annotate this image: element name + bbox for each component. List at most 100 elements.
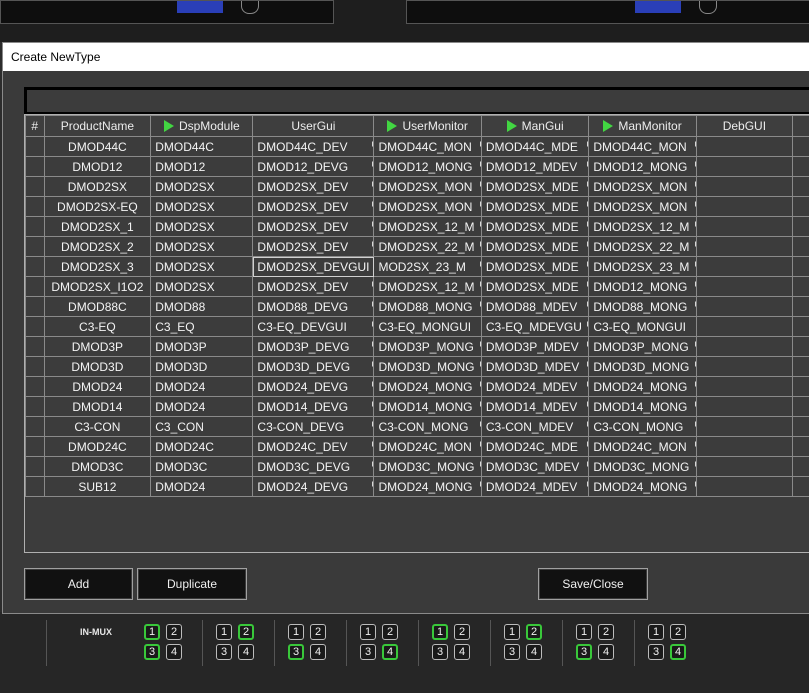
cell-dsp[interactable]: DMOD2SX bbox=[150, 256, 254, 277]
save-close-button[interactable]: Save/Close bbox=[538, 568, 648, 600]
row-number-cell[interactable] bbox=[25, 136, 45, 157]
cell-usermon[interactable]: C3-EQ_MONGUI bbox=[373, 316, 482, 337]
cell-manmon[interactable]: DMOD12_MONG bbox=[588, 276, 697, 297]
cell-dsp[interactable]: DMOD88 bbox=[150, 296, 254, 317]
mux-input-button[interactable]: 4 bbox=[598, 644, 614, 660]
cell-mangui[interactable]: DMOD2SX_MDE bbox=[480, 216, 590, 237]
cell-usermon[interactable]: DMOD2SX_MON bbox=[373, 196, 482, 217]
mux-input-button[interactable]: 2 bbox=[670, 624, 686, 640]
cell-usergui[interactable]: DMOD24C_DEV bbox=[252, 436, 375, 457]
cell-dsp[interactable]: DMOD3P bbox=[150, 336, 254, 357]
mux-input-button[interactable]: 2 bbox=[310, 624, 326, 640]
cell-product[interactable]: DMOD2SX-EQ bbox=[43, 196, 152, 217]
add-button[interactable]: Add bbox=[24, 568, 133, 600]
mux-input-button[interactable]: 1 bbox=[648, 624, 664, 640]
cell-usergui[interactable]: DMOD12_DEVG bbox=[252, 156, 375, 177]
duplicate-button[interactable]: Duplicate bbox=[137, 568, 247, 600]
cell-usermon[interactable]: DMOD2SX_12_M bbox=[373, 276, 482, 297]
cell-mangui[interactable]: DMOD2SX_MDE bbox=[480, 276, 590, 297]
cell-usergui[interactable]: DMOD14_DEVG bbox=[252, 396, 375, 417]
mux-input-button[interactable]: 3 bbox=[144, 644, 160, 660]
mux-input-button[interactable]: 2 bbox=[166, 624, 182, 640]
cell-dsp[interactable]: DMOD44C bbox=[150, 136, 254, 157]
mux-input-button[interactable]: 4 bbox=[310, 644, 326, 660]
cell-usermon[interactable]: DMOD2SX_MON bbox=[373, 176, 482, 197]
row-number-cell[interactable] bbox=[25, 376, 45, 397]
mux-input-button[interactable]: 1 bbox=[432, 624, 448, 640]
cell-usergui[interactable]: DMOD2SX_DEVGUI bbox=[252, 256, 375, 277]
cell-usermon[interactable]: DMOD14_MONG bbox=[373, 396, 482, 417]
cell-manmon[interactable]: DMOD3P_MONG bbox=[588, 336, 697, 357]
table-row[interactable]: DMOD2SX_3 DMOD2SX DMOD2SX_DEVGUI MOD2SX_23_… bbox=[25, 256, 809, 277]
cell-usergui[interactable]: DMOD44C_DEV bbox=[252, 136, 375, 157]
cell-mangui[interactable]: DMOD24_MDEV bbox=[480, 376, 590, 397]
cell-dsp[interactable]: DMOD2SX bbox=[150, 276, 254, 297]
cell-usergui[interactable]: C3-CON_DEVG bbox=[252, 416, 375, 437]
cell-manmon[interactable]: DMOD88_MONG bbox=[588, 296, 697, 317]
cell-dsp[interactable]: DMOD3D bbox=[150, 356, 254, 377]
cell-product[interactable]: DMOD2SX_1 bbox=[43, 216, 152, 237]
mux-input-button[interactable]: 2 bbox=[238, 624, 254, 640]
cell-dsp[interactable]: DMOD2SX bbox=[150, 236, 254, 257]
cell-debgui[interactable] bbox=[695, 296, 793, 317]
table-row[interactable]: DMOD3P DMOD3P DMOD3P_DEVG DMOD3P_MONG DMOD3P… bbox=[25, 336, 809, 357]
table-row[interactable]: DMOD2SX_2 DMOD2SX DMOD2SX_DEV DMOD2SX_22_M D… bbox=[25, 236, 809, 257]
cell-usergui[interactable]: DMOD2SX_DEV bbox=[252, 276, 375, 297]
mux-input-button[interactable]: 4 bbox=[166, 644, 182, 660]
table-row[interactable]: DMOD2SX_1 DMOD2SX DMOD2SX_DEV DMOD2SX_12_M D… bbox=[25, 216, 809, 237]
mux-input-button[interactable]: 1 bbox=[216, 624, 232, 640]
cell-debgui[interactable] bbox=[695, 416, 793, 437]
row-number-cell[interactable] bbox=[25, 156, 45, 177]
cell-debgui[interactable] bbox=[695, 176, 793, 197]
cell-mangui[interactable]: DMOD24_MDEV bbox=[480, 476, 590, 497]
column-header-usermon[interactable]: UserMonitor bbox=[373, 115, 482, 137]
column-header-usergui[interactable]: UserGui bbox=[252, 115, 375, 137]
cell-mangui[interactable]: C3-EQ_MDEVGU bbox=[480, 316, 590, 337]
cell-product[interactable]: C3-CON bbox=[43, 416, 152, 437]
mux-input-button[interactable]: 3 bbox=[504, 644, 520, 660]
cell-mangui[interactable]: DMOD12_MDEV bbox=[480, 156, 590, 177]
cell-product[interactable]: DMOD3D bbox=[43, 356, 152, 377]
column-header-product[interactable]: ProductName bbox=[43, 115, 152, 137]
row-number-cell[interactable] bbox=[25, 396, 45, 417]
cell-mangui[interactable]: C3-CON_MDEV bbox=[480, 416, 590, 437]
cell-debgui[interactable] bbox=[695, 256, 793, 277]
mux-input-button[interactable]: 1 bbox=[576, 624, 592, 640]
cell-product[interactable]: SUB12 bbox=[43, 476, 152, 497]
cell-debgui[interactable] bbox=[695, 356, 793, 377]
cell-dsp[interactable]: C3_CON bbox=[150, 416, 254, 437]
mux-input-button[interactable]: 3 bbox=[216, 644, 232, 660]
cell-debgui[interactable] bbox=[695, 456, 793, 477]
cell-usergui[interactable]: DMOD3C_DEVG bbox=[252, 456, 375, 477]
cell-mangui[interactable]: DMOD14_MDEV bbox=[480, 396, 590, 417]
cell-usermon[interactable]: DMOD3D_MONG bbox=[373, 356, 482, 377]
cell-debgui[interactable] bbox=[695, 156, 793, 177]
cell-dsp[interactable]: DMOD2SX bbox=[150, 196, 254, 217]
row-number-cell[interactable] bbox=[25, 276, 45, 297]
cell-product[interactable]: DMOD3P bbox=[43, 336, 152, 357]
cell-mangui[interactable]: DMOD88_MDEV bbox=[480, 296, 590, 317]
cell-dsp[interactable]: DMOD24C bbox=[150, 436, 254, 457]
cell-product[interactable]: DMOD88C bbox=[43, 296, 152, 317]
column-header-num[interactable]: # bbox=[25, 115, 45, 137]
cell-usermon[interactable]: MOD2SX_23_M bbox=[373, 256, 482, 277]
table-row[interactable]: DMOD2SX_I1O2 DMOD2SX DMOD2SX_DEV DMOD2SX_12… bbox=[25, 276, 809, 297]
cell-manmon[interactable]: DMOD24_MONG bbox=[588, 376, 697, 397]
cell-debgui[interactable] bbox=[695, 376, 793, 397]
cell-dsp[interactable]: DMOD24 bbox=[150, 396, 254, 417]
mux-input-button[interactable]: 1 bbox=[288, 624, 304, 640]
cell-debgui[interactable] bbox=[695, 436, 793, 457]
table-row[interactable]: DMOD14 DMOD24 DMOD14_DEVG DMOD14_MONG DMOD14… bbox=[25, 396, 809, 417]
cell-mangui[interactable]: DMOD3P_MDEV bbox=[480, 336, 590, 357]
mux-input-button[interactable]: 3 bbox=[432, 644, 448, 660]
cell-usergui[interactable]: DMOD2SX_DEV bbox=[252, 176, 375, 197]
mux-input-button[interactable]: 3 bbox=[648, 644, 664, 660]
table-row[interactable]: DMOD3D DMOD3D DMOD3D_DEVG DMOD3D_MONG DMOD3D… bbox=[25, 356, 809, 377]
row-number-cell[interactable] bbox=[25, 296, 45, 317]
cell-manmon[interactable]: DMOD14_MONG bbox=[588, 396, 697, 417]
row-number-cell[interactable] bbox=[25, 336, 45, 357]
cell-manmon[interactable]: DMOD2SX_23_M bbox=[588, 256, 697, 277]
cell-mangui[interactable]: DMOD3D_MDEV bbox=[480, 356, 590, 377]
cell-usermon[interactable]: DMOD24_MONG bbox=[373, 476, 482, 497]
cell-product[interactable]: C3-EQ bbox=[43, 316, 152, 337]
